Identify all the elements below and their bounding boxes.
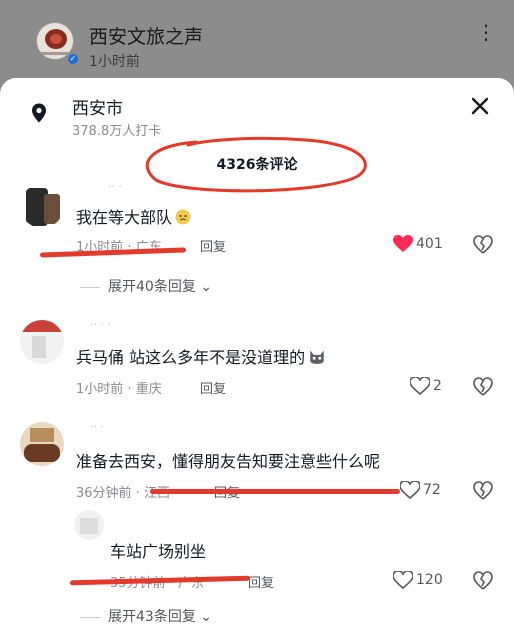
comment-text: 准备去西安，懂得朋友告知要注意些什么呢 xyxy=(76,452,381,471)
avatar[interactable] xyxy=(74,510,104,540)
comment-text: 我在等大部队 xyxy=(76,204,191,228)
comment-meta: 1小时前 · 重庆 xyxy=(76,382,162,397)
broken-heart-icon[interactable] xyxy=(472,480,494,502)
avatar[interactable] xyxy=(20,422,64,466)
verified-badge-icon: ✓ xyxy=(66,52,80,66)
comment-text: 车站广场别坐 xyxy=(110,542,207,561)
reply-button[interactable]: 回复 xyxy=(248,572,274,591)
heart-icon xyxy=(399,480,421,500)
avatar[interactable] xyxy=(20,320,64,364)
username: ·· · xyxy=(90,420,104,433)
close-icon[interactable] xyxy=(466,92,494,120)
post-time: 1小时前 xyxy=(89,54,140,70)
username: ·· · xyxy=(108,180,122,193)
comments-sheet: 西安市 378.8万人打卡 4326条评论 ·· · 我在等大部队 1小时前 ·… xyxy=(0,78,514,640)
post-header: ✓ 西安文旅之声 1小时前 ⋮ xyxy=(0,0,514,90)
reply-button[interactable]: 回复 xyxy=(200,378,226,397)
broken-heart-icon[interactable] xyxy=(472,570,494,592)
heart-icon xyxy=(393,235,413,252)
location-pin-icon xyxy=(32,103,46,123)
annotation-circle xyxy=(145,136,367,193)
like-button[interactable]: 401 xyxy=(393,234,443,254)
avatar[interactable] xyxy=(20,184,64,228)
emoji-icon xyxy=(175,209,191,225)
like-button[interactable]: 2 xyxy=(409,376,442,396)
heart-icon xyxy=(409,376,431,396)
account-name[interactable]: 西安文旅之声 xyxy=(89,22,203,49)
expand-replies-button[interactable]: 展开43条回复 ⌄ xyxy=(80,606,212,626)
username: ·· · · xyxy=(90,318,111,331)
like-button[interactable]: 120 xyxy=(392,570,443,590)
heart-icon xyxy=(392,570,414,590)
annotation-underline xyxy=(150,489,400,494)
like-button[interactable]: 72 xyxy=(399,480,441,500)
reply-button[interactable]: 回复 xyxy=(200,236,226,255)
broken-heart-icon[interactable] xyxy=(472,234,494,256)
comment-text: 兵马俑 站这么多年不是没道理的 xyxy=(76,344,326,368)
more-vertical-icon[interactable]: ⋮ xyxy=(476,22,496,42)
expand-replies-button[interactable]: 展开40条回复 ⌄ xyxy=(80,276,212,296)
broken-heart-icon[interactable] xyxy=(472,376,494,398)
location-title[interactable]: 西安市 xyxy=(72,94,123,119)
emoji-icon xyxy=(310,350,324,364)
